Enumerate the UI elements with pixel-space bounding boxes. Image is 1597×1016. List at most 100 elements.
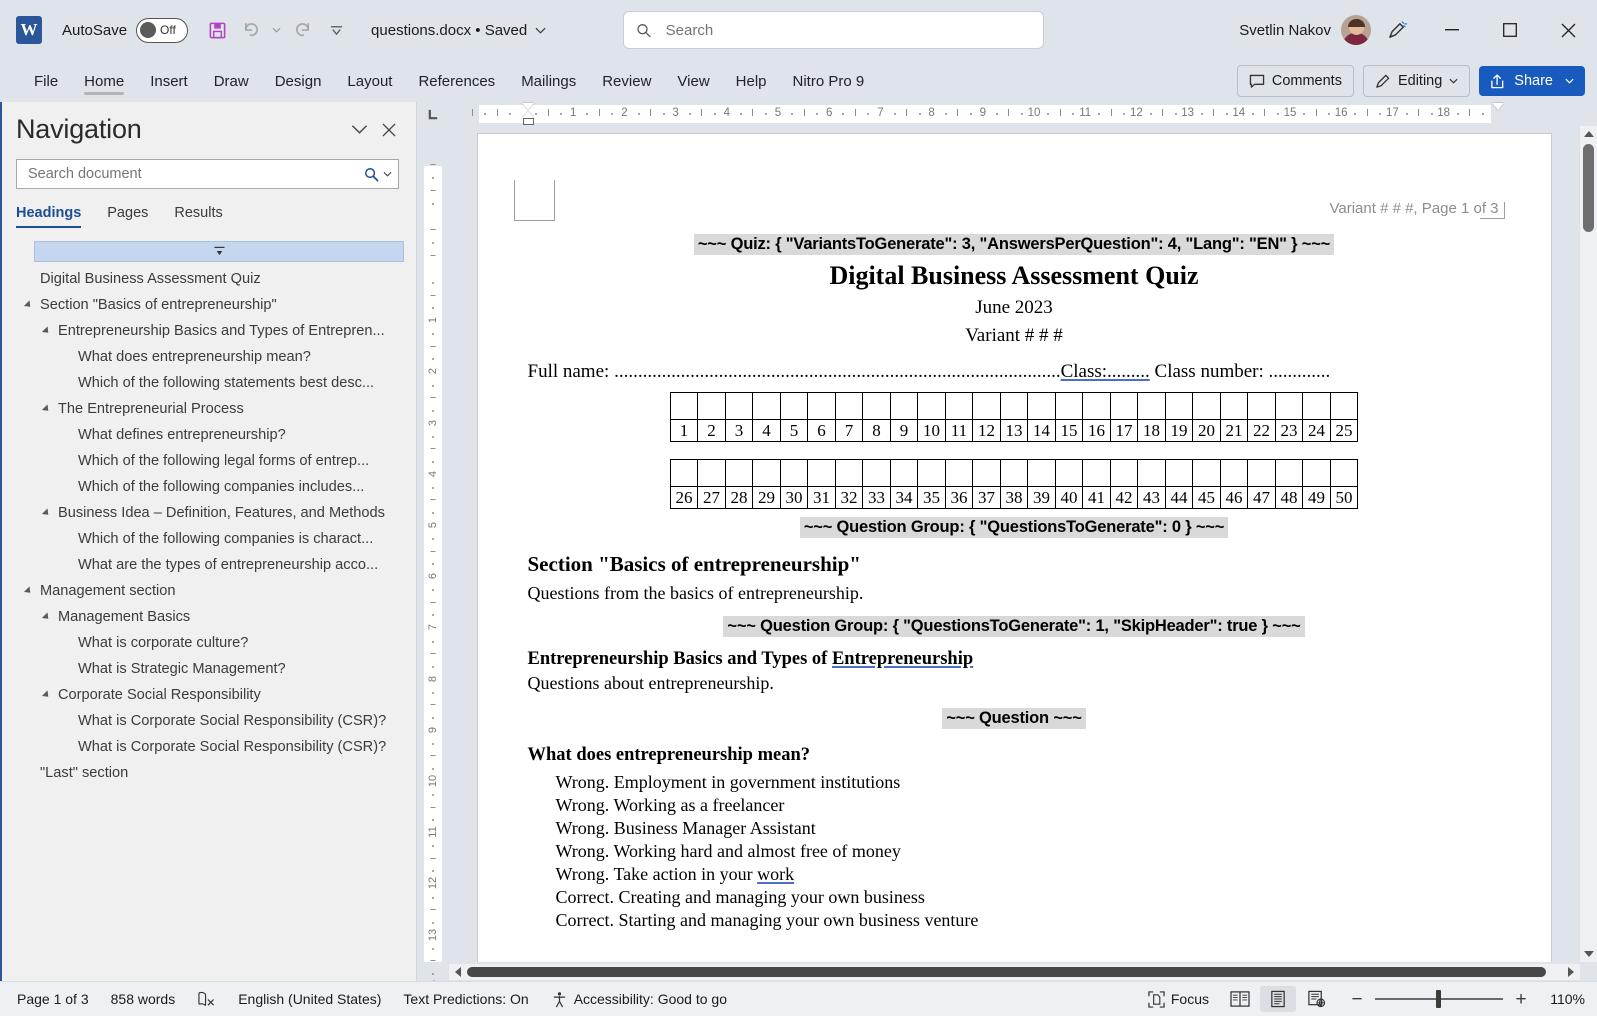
scroll-up-button[interactable] bbox=[1580, 126, 1597, 142]
answer-cell-blank[interactable] bbox=[889, 459, 919, 487]
nav-heading-what-is-strategic-management[interactable]: What is Strategic Management? bbox=[0, 656, 416, 682]
zoom-in-button[interactable]: + bbox=[1512, 990, 1530, 1009]
tab-references[interactable]: References bbox=[406, 67, 507, 96]
page-header-text[interactable]: Variant # # #, Page 1 of 3 bbox=[1329, 200, 1505, 219]
autosave-control[interactable]: AutoSave Off bbox=[62, 17, 189, 43]
tab-mailings[interactable]: Mailings bbox=[509, 67, 588, 96]
tab-help[interactable]: Help bbox=[724, 67, 779, 96]
tab-nitro-pro-9[interactable]: Nitro Pro 9 bbox=[781, 67, 877, 96]
nav-heading-business-idea-definition-features-methods[interactable]: Business Idea – Definition, Features, an… bbox=[0, 500, 416, 526]
tab-home[interactable]: Home bbox=[72, 67, 136, 96]
horizontal-ruler[interactable]: 1 2 3 4 5 6 7 8 9 10 11 12 13 14 15 16 17 18 bbox=[417, 102, 1597, 126]
ruler-track[interactable]: 1 2 3 4 5 6 7 8 9 10 11 12 13 14 15 16 17 18 bbox=[449, 102, 1547, 126]
answer-cell-blank[interactable] bbox=[972, 459, 1001, 487]
answer-cell-blank[interactable] bbox=[1329, 459, 1359, 487]
answer-cell-blank[interactable] bbox=[1274, 392, 1304, 420]
nav-heading-management-section[interactable]: Management section bbox=[0, 578, 416, 604]
navigation-search-box[interactable] bbox=[16, 159, 399, 189]
expand-collapse-icon[interactable] bbox=[22, 586, 35, 596]
answer-grid-table-2[interactable]: 26 27 28 29 30 31 32 33 34 35 36 37 38 39 40 41 42 43 44 45… bbox=[669, 459, 1359, 509]
answer-cell-blank[interactable] bbox=[862, 459, 891, 487]
question-tag[interactable]: ~~~ Question ~~~ bbox=[942, 708, 1086, 729]
editing-mode-button[interactable]: Editing bbox=[1362, 65, 1471, 97]
search-box[interactable] bbox=[623, 11, 1044, 49]
tab-draw[interactable]: Draw bbox=[202, 67, 261, 96]
tab-design[interactable]: Design bbox=[263, 67, 334, 96]
answer-cell-blank[interactable] bbox=[1164, 392, 1194, 420]
nav-tab-pages[interactable]: Pages bbox=[107, 205, 148, 228]
page-indicator[interactable]: Page 1 of 3 bbox=[6, 987, 100, 1011]
undo-dropdown[interactable] bbox=[270, 15, 283, 45]
answer-cell-blank[interactable] bbox=[1054, 392, 1084, 420]
hanging-indent-marker[interactable] bbox=[522, 111, 534, 118]
answer-cell-blank[interactable] bbox=[779, 392, 809, 420]
comments-button[interactable]: Comments bbox=[1236, 65, 1354, 97]
answer-cell-blank[interactable] bbox=[752, 459, 781, 487]
answer-cell-blank[interactable] bbox=[807, 392, 836, 420]
nav-tab-headings[interactable]: Headings bbox=[16, 205, 82, 228]
expand-collapse-icon[interactable] bbox=[22, 300, 35, 310]
avatar[interactable] bbox=[1341, 15, 1371, 45]
answer-grid-table-1[interactable]: 1 2 3 4 5 6 7 8 9 10 11 12 13 14 15 16 17 18 19 20 21 22 23 24 2… bbox=[669, 392, 1359, 442]
answer-cell-blank[interactable] bbox=[1137, 392, 1166, 420]
answer-cell-blank[interactable] bbox=[669, 392, 699, 420]
read-mode-button[interactable] bbox=[1222, 986, 1258, 1012]
tab-insert[interactable]: Insert bbox=[138, 67, 200, 96]
nav-heading-management-basics[interactable]: Management Basics bbox=[0, 604, 416, 630]
share-button[interactable]: Share bbox=[1479, 66, 1585, 96]
web-layout-button[interactable] bbox=[1298, 986, 1334, 1012]
nav-tab-results[interactable]: Results bbox=[174, 205, 222, 228]
zoom-out-button[interactable]: − bbox=[1348, 990, 1366, 1009]
answer-cell-blank[interactable] bbox=[889, 392, 919, 420]
right-indent-marker[interactable] bbox=[1492, 103, 1504, 110]
answer-cell-blank[interactable] bbox=[1247, 459, 1276, 487]
nav-heading-which-statements-best-describe[interactable]: Which of the following statements best d… bbox=[0, 370, 416, 396]
answer-cell-blank[interactable] bbox=[1274, 459, 1304, 487]
nav-heading-corporate-social-responsibility[interactable]: Corporate Social Responsibility bbox=[0, 682, 416, 708]
answer-cell-blank[interactable] bbox=[1247, 392, 1276, 420]
quiz-config-tag[interactable]: ~~~ Quiz: { "VariantsToGenerate": 3, "An… bbox=[693, 234, 1335, 255]
nav-heading-which-legal-forms-of-entrepreneurship[interactable]: Which of the following legal forms of en… bbox=[0, 448, 416, 474]
answer-cell-blank[interactable] bbox=[917, 459, 946, 487]
nav-heading-which-companies-is-characterized[interactable]: Which of the following companies is char… bbox=[0, 526, 416, 552]
magnifier-icon[interactable] bbox=[364, 167, 379, 182]
answer-cell-blank[interactable] bbox=[1192, 459, 1221, 487]
document-page[interactable]: Variant # # #, Page 1 of 3 ~~~ Quiz: { "… bbox=[477, 134, 1551, 962]
question-group-tag-2[interactable]: ~~~ Question Group: { "QuestionsToGenera… bbox=[723, 616, 1305, 637]
tab-file[interactable]: File bbox=[22, 67, 70, 96]
answer-cell-blank[interactable] bbox=[834, 392, 864, 420]
nav-heading-section-basics-of-entrepreneurship[interactable]: Section "Basics of entrepreneurship" bbox=[0, 292, 416, 318]
answer-cell-blank[interactable] bbox=[669, 459, 699, 487]
nav-heading-which-companies-includes[interactable]: Which of the following companies include… bbox=[0, 474, 416, 500]
chevron-down-icon[interactable] bbox=[383, 171, 392, 177]
save-button[interactable] bbox=[202, 14, 232, 46]
answer-cell-blank[interactable] bbox=[697, 392, 726, 420]
answer-cell-blank[interactable] bbox=[1082, 459, 1111, 487]
search-input[interactable] bbox=[663, 20, 1031, 40]
expand-collapse-icon[interactable] bbox=[40, 612, 53, 622]
answer-cell-blank[interactable] bbox=[1027, 392, 1056, 420]
nav-heading-entrepreneurship-basics-and-types[interactable]: Entrepreneurship Basics and Types of Ent… bbox=[0, 318, 416, 344]
answer-cell-blank[interactable] bbox=[1109, 459, 1139, 487]
nav-heading-what-are-types-of-entrepreneurship[interactable]: What are the types of entrepreneurship a… bbox=[0, 552, 416, 578]
proofing-status-button[interactable] bbox=[186, 987, 227, 1012]
search-document-input[interactable] bbox=[26, 165, 364, 183]
answer-cell-blank[interactable] bbox=[862, 392, 891, 420]
nav-heading-what-does-entrepreneurship-mean[interactable]: What does entrepreneurship mean? bbox=[0, 344, 416, 370]
answer-cell-blank[interactable] bbox=[1082, 392, 1111, 420]
answer-cell-blank[interactable] bbox=[1054, 459, 1084, 487]
expand-collapse-icon[interactable] bbox=[40, 690, 53, 700]
vertical-scrollbar[interactable] bbox=[1579, 126, 1597, 962]
print-layout-button[interactable] bbox=[1260, 986, 1296, 1012]
answer-cell-blank[interactable] bbox=[724, 392, 754, 420]
expand-collapse-icon[interactable] bbox=[40, 508, 53, 518]
feedback-pen-button[interactable] bbox=[1371, 0, 1423, 60]
answer-cell-blank[interactable] bbox=[779, 459, 809, 487]
nav-heading-what-is-corporate-culture[interactable]: What is corporate culture? bbox=[0, 630, 416, 656]
nav-heading-what-defines-entrepreneurship[interactable]: What defines entrepreneurship? bbox=[0, 422, 416, 448]
scroll-right-button[interactable] bbox=[1563, 966, 1579, 977]
answer-cell-blank[interactable] bbox=[1329, 392, 1359, 420]
close-button[interactable] bbox=[1539, 0, 1597, 60]
horizontal-scrollbar[interactable] bbox=[449, 963, 1580, 980]
customize-quick-access-button[interactable] bbox=[321, 14, 351, 46]
